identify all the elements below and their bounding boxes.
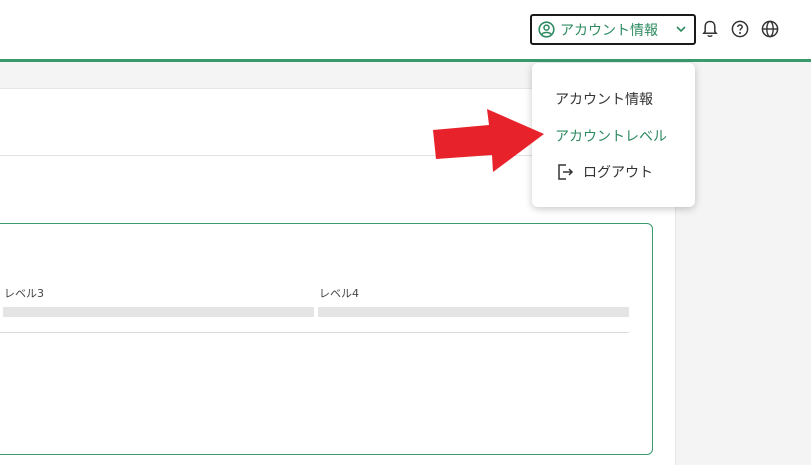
account-dropdown-menu: アカウント情報 アカウントレベル ログアウト <box>532 63 695 207</box>
menu-item-account-info[interactable]: アカウント情報 <box>555 89 653 109</box>
logout-label: ログアウト <box>583 165 653 181</box>
menu-item-logout[interactable]: ログアウト <box>555 162 653 182</box>
level-3-progress-bar <box>3 307 314 317</box>
account-menu-label: アカウント情報 <box>560 22 658 39</box>
top-bar: アカウント情報 <box>0 0 811 62</box>
menu-item-account-level[interactable]: アカウントレベル <box>555 126 667 146</box>
help-icon[interactable] <box>730 19 750 39</box>
account-level-card <box>0 223 653 455</box>
user-circle-icon <box>538 21 555 38</box>
chevron-down-icon <box>676 26 686 33</box>
logout-icon <box>558 164 574 180</box>
red-arrow-annotation <box>433 109 544 172</box>
level-4-progress-bar <box>318 307 629 317</box>
level-4-label: レベル4 <box>319 287 359 300</box>
level-3-label: レベル3 <box>4 287 44 300</box>
account-menu-button[interactable]: アカウント情報 <box>530 14 696 45</box>
globe-icon[interactable] <box>760 19 780 39</box>
card-divider <box>0 332 629 333</box>
bell-icon[interactable] <box>700 19 720 39</box>
